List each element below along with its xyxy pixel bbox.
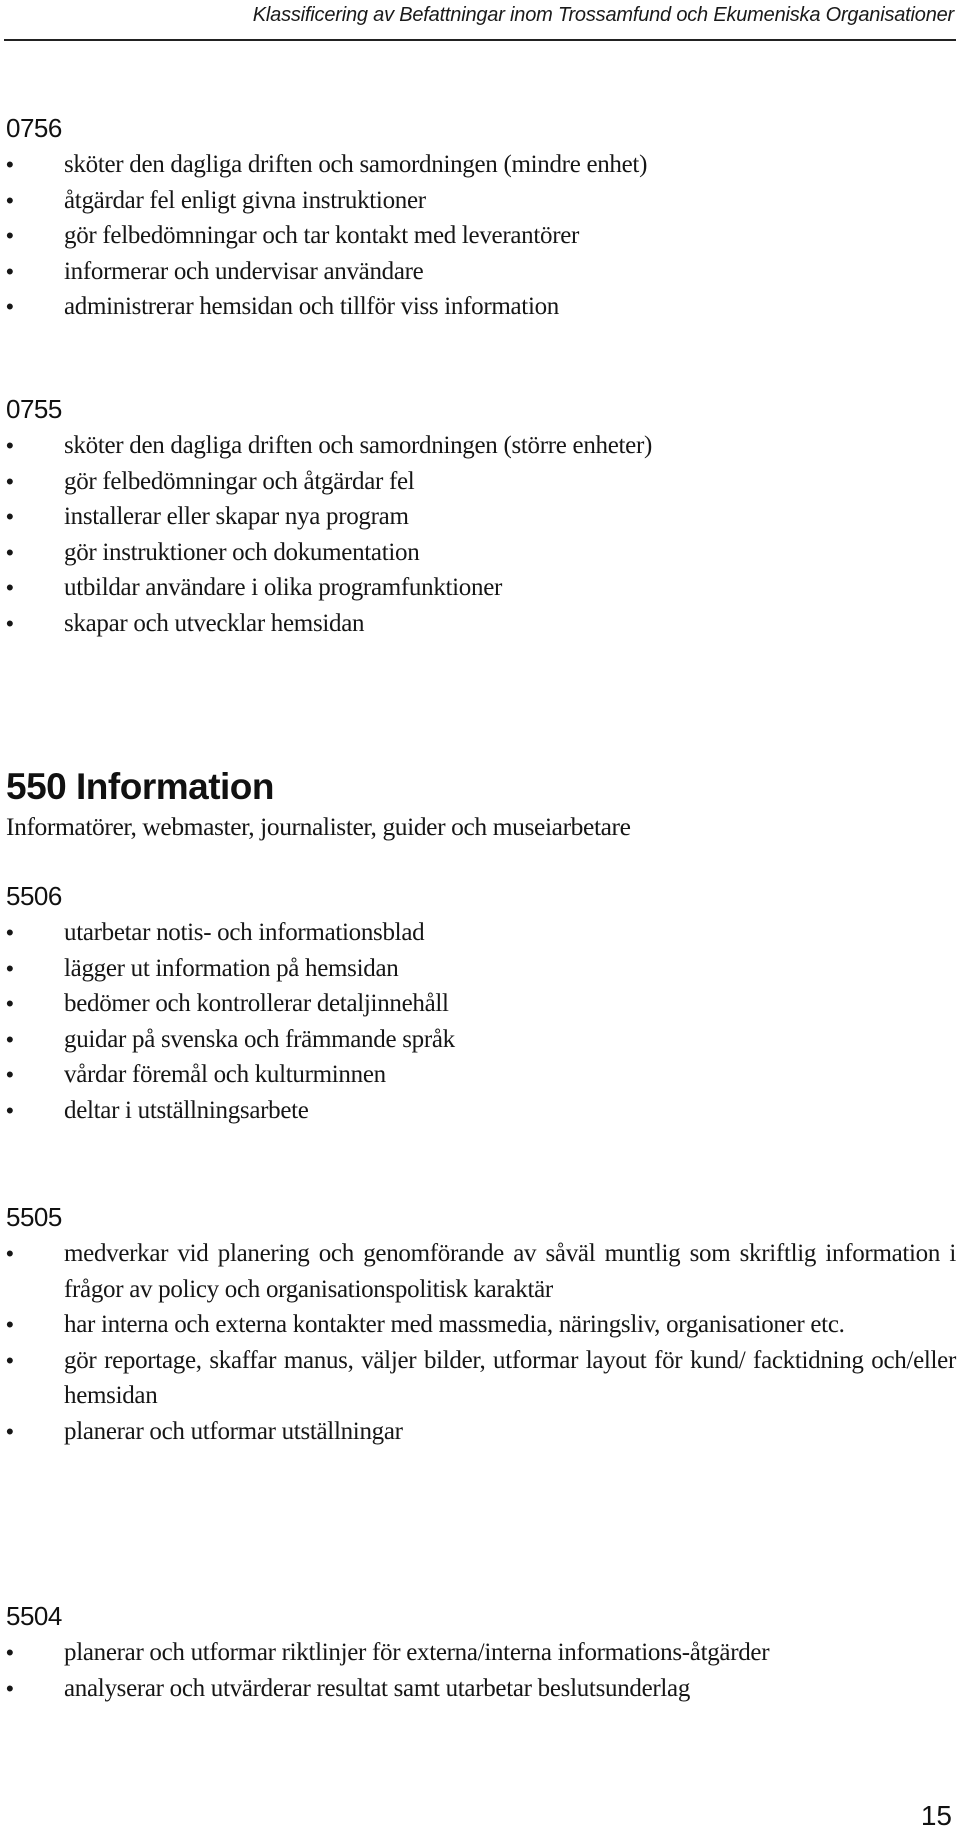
list-item: • sköter den dagliga driften och samordni… <box>6 147 956 183</box>
list-item: • gör felbedömningar och tar kontakt med … <box>6 218 956 254</box>
list-item: • åtgärdar fel enligt givna instruktioner <box>6 183 956 219</box>
section-0755: 0755 • sköter den dagliga driften och sam… <box>6 394 956 641</box>
list-item-text: deltar i utställningsarbete <box>64 1096 309 1124</box>
list-item-text: skapar och utvecklar hemsidan <box>64 609 365 637</box>
bullet-icon: • <box>6 1640 14 1665</box>
bullet-icon: • <box>6 920 14 945</box>
duty-list: • medverkar vid planering och genomförand… <box>6 1236 956 1449</box>
list-item: • planerar och utformar riktlinjer för ex… <box>6 1635 956 1671</box>
list-item-text: planerar och utformar riktlinjer för ext… <box>64 1639 770 1666</box>
section-5505: 5505 • medverkar vid planering och genomf… <box>6 1202 956 1449</box>
list-item-text: administrerar hemsidan och tillför viss … <box>64 293 560 320</box>
list-item: • guidar på svenska och främmande språk <box>6 1022 956 1058</box>
bullet-icon: • <box>6 1675 14 1701</box>
list-item: • installerar eller skapar nya program <box>6 499 956 535</box>
list-item: • utarbetar notis- och informationsblad <box>6 915 956 951</box>
bullet-icon: • <box>6 610 14 636</box>
bullet-icon: • <box>6 1062 14 1087</box>
list-item-text: åtgärdar fel enligt givna instruktioner <box>64 186 426 214</box>
list-item-text: bedömer och kontrollerar detaljinnehåll <box>64 990 449 1017</box>
list-item-text: gör instruktioner och dokumentation <box>64 538 420 566</box>
list-item: • bedömer och kontrollerar detaljinnehåll <box>6 986 956 1022</box>
bullet-icon: • <box>6 1312 14 1337</box>
list-item: • gör reportage, skaffar manus, väljer bi… <box>6 1343 956 1414</box>
list-item-text: utarbetar notis- och informationsblad <box>64 919 425 946</box>
group-550-information: 550 Information Informatörer, webmaster,… <box>6 766 956 844</box>
list-item: • sköter den dagliga driften och samordni… <box>6 428 956 464</box>
bullet-icon: • <box>6 258 14 284</box>
section-code: 0756 <box>6 113 62 143</box>
bullet-icon: • <box>6 468 14 494</box>
list-item: • informerar och undervisar användare <box>6 254 956 290</box>
section-code: 5504 <box>6 1601 62 1631</box>
list-item-text: analyserar och utvärderar resultat samt … <box>64 1674 691 1702</box>
section-5504: 5504 • planerar och utformar riktlinjer f… <box>6 1601 956 1706</box>
bullet-icon: • <box>6 1097 14 1123</box>
list-item: • har interna och externa kontakter med m… <box>6 1307 956 1343</box>
duty-list: • sköter den dagliga driften och samordni… <box>6 147 956 325</box>
bullet-icon: • <box>6 955 14 981</box>
list-item: • planerar och utformar utställningar <box>6 1414 956 1450</box>
list-item-text: vårdar föremål och kulturminnen <box>64 1061 386 1088</box>
section-code: 0755 <box>6 394 62 424</box>
list-item: • administrerar hemsidan och tillför viss… <box>6 289 956 325</box>
page-number: 15 <box>920 1800 952 1831</box>
bullet-icon: • <box>6 575 14 600</box>
group-subtitle: Informatörer, webmaster, journalister, g… <box>6 812 631 841</box>
list-item: • medverkar vid planering och genomförand… <box>6 1236 956 1307</box>
group-title: 550 Information <box>6 766 275 807</box>
list-item: • utbildar användare i olika programfunkt… <box>6 570 956 606</box>
list-item-text: sköter den dagliga driften och samordnin… <box>64 432 653 459</box>
section-0756: 0756 • sköter den dagliga driften och sam… <box>6 113 956 325</box>
bullet-icon: • <box>6 294 14 319</box>
running-header-title: Klassificering av Befattningar inom Tros… <box>252 4 954 26</box>
list-item-text: har interna och externa kontakter med ma… <box>64 1311 845 1338</box>
bullet-icon: • <box>6 433 14 458</box>
bullet-icon: • <box>6 223 14 248</box>
list-item: • gör instruktioner och dokumentation <box>6 535 956 571</box>
list-item-text: lägger ut information på hemsidan <box>64 954 399 982</box>
list-item-text: planerar och utformar utställningar <box>64 1417 403 1445</box>
duty-list: • planerar och utformar riktlinjer för ex… <box>6 1635 956 1706</box>
section-code: 5505 <box>6 1202 62 1232</box>
list-item-text: gör felbedömningar och åtgärdar fel <box>64 467 415 495</box>
list-item-text: sköter den dagliga driften och samordnin… <box>64 151 648 178</box>
list-item-text: installerar eller skapar nya program <box>64 503 409 530</box>
list-item: • vårdar föremål och kulturminnen <box>6 1057 956 1093</box>
list-item-text: gör felbedömningar och tar kontakt med l… <box>64 222 580 249</box>
list-item-text: gör reportage, skaffar manus, väljer bil… <box>64 1346 956 1410</box>
list-item-text: medverkar vid planering och genomförande… <box>64 1240 956 1303</box>
bullet-icon: • <box>6 539 14 565</box>
section-5506: 5506 • utarbetar notis- och informationsb… <box>6 881 956 1128</box>
section-code: 5506 <box>6 881 62 911</box>
bullet-icon: • <box>6 187 14 213</box>
list-item: • gör felbedömningar och åtgärdar fel <box>6 464 956 500</box>
bullet-icon: • <box>6 1026 14 1052</box>
list-item-text: utbildar användare i olika programfunkti… <box>64 574 503 601</box>
list-item: • lägger ut information på hemsidan <box>6 951 956 987</box>
bullet-icon: • <box>6 1347 14 1373</box>
duty-list: • sköter den dagliga driften och samordni… <box>6 428 956 641</box>
bullet-icon: • <box>6 991 14 1016</box>
bullet-icon: • <box>6 504 14 529</box>
header-rule <box>4 39 956 41</box>
list-item: • deltar i utställningsarbete <box>6 1093 956 1129</box>
list-item-text: informerar och undervisar användare <box>64 257 424 285</box>
list-item-text: guidar på svenska och främmande språk <box>64 1025 455 1053</box>
list-item: • skapar och utvecklar hemsidan <box>6 606 956 642</box>
bullet-icon: • <box>6 1241 14 1266</box>
bullet-icon: • <box>6 152 14 177</box>
bullet-icon: • <box>6 1418 14 1444</box>
list-item: • analyserar och utvärderar resultat samt… <box>6 1671 956 1707</box>
duty-list: • utarbetar notis- och informationsblad •… <box>6 915 956 1128</box>
